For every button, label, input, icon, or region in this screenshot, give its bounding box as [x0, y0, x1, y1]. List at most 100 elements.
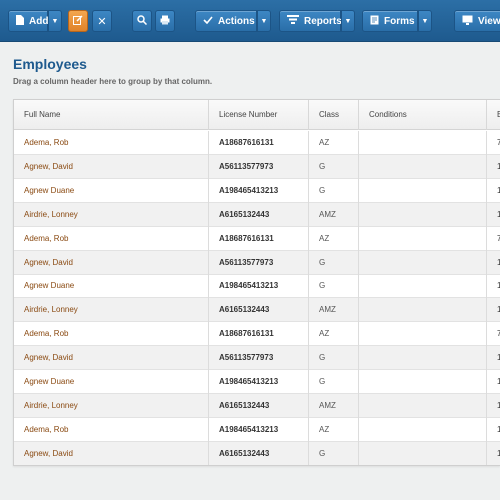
- cell-license-number: A18687616131: [209, 226, 309, 251]
- cell-full-name[interactable]: Agnew, David: [14, 346, 209, 371]
- table-row[interactable]: Agnew, DavidA56113577973G 1: [14, 346, 500, 371]
- checkmark-icon: [203, 15, 213, 27]
- cell-license-number: A6165132443: [209, 393, 309, 418]
- page-title: Employees: [13, 56, 87, 72]
- cell-class: G: [309, 178, 359, 203]
- cell-e: 1: [487, 442, 500, 465]
- group-by-hint: Drag a column header here to group by th…: [13, 77, 213, 86]
- column-header-class[interactable]: Class: [309, 100, 359, 130]
- cell-full-name[interactable]: Adema, Rob: [14, 226, 209, 251]
- add-button[interactable]: Add: [8, 10, 48, 32]
- cell-full-name[interactable]: Airdrie, Lonney: [14, 393, 209, 418]
- actions-button[interactable]: Actions: [195, 10, 257, 32]
- forms-button[interactable]: Forms: [362, 10, 418, 32]
- cell-license-number: A56113577973: [209, 346, 309, 371]
- print-button[interactable]: [155, 10, 175, 32]
- table-row[interactable]: Adema, RobA18687616131AZ 7: [14, 226, 500, 251]
- table-row[interactable]: Agnew DuaneA198465413213G 1: [14, 274, 500, 299]
- view-button[interactable]: View: [454, 10, 500, 32]
- cell-conditions: [359, 298, 487, 323]
- cell-license-number: A56113577973: [209, 154, 309, 179]
- cell-license-number: A198465413213: [209, 178, 309, 203]
- cell-e: 1: [487, 298, 500, 322]
- cell-conditions: [359, 226, 487, 251]
- add-dropdown-caret[interactable]: ▼: [48, 10, 62, 32]
- cell-class: G: [309, 274, 359, 299]
- cell-license-number: A6165132443: [209, 202, 309, 227]
- cell-conditions: [359, 202, 487, 227]
- delete-button[interactable]: ✕: [92, 10, 112, 32]
- cell-license-number: A6165132443: [209, 298, 309, 323]
- table-row[interactable]: Adema, RobA18687616131AZ 7: [14, 322, 500, 347]
- reports-dropdown-caret[interactable]: ▼: [341, 10, 355, 32]
- cell-license-number: A198465413213: [209, 417, 309, 442]
- cell-full-name[interactable]: Agnew, David: [14, 154, 209, 179]
- table-row[interactable]: Agnew, DavidA6165132443G 1: [14, 441, 500, 465]
- table-row[interactable]: Adema, RobA18687616131AZ 7: [14, 131, 500, 155]
- column-header-full-name[interactable]: Full Name: [14, 100, 209, 130]
- cell-e: 1: [487, 179, 500, 203]
- cell-e: 7: [487, 322, 500, 346]
- cell-class: G: [309, 346, 359, 371]
- search-button[interactable]: [132, 10, 152, 32]
- cell-class: G: [309, 370, 359, 394]
- close-icon: ✕: [97, 15, 107, 28]
- cell-full-name[interactable]: Agnew Duane: [14, 370, 209, 394]
- cell-class: G: [309, 154, 359, 179]
- cell-full-name[interactable]: Agnew Duane: [14, 178, 209, 203]
- cell-conditions: [359, 370, 487, 394]
- table-row[interactable]: Airdrie, LonneyA6165132443AMZ 1: [14, 393, 500, 418]
- cell-conditions: [359, 393, 487, 418]
- cell-full-name[interactable]: Adema, Rob: [14, 131, 209, 155]
- column-header-e[interactable]: E: [487, 100, 500, 130]
- cell-class: AMZ: [309, 202, 359, 227]
- cell-full-name[interactable]: Agnew Duane: [14, 274, 209, 299]
- cell-conditions: [359, 346, 487, 371]
- table-row[interactable]: Agnew DuaneA198465413213G 1: [14, 178, 500, 203]
- cell-e: 1: [487, 370, 500, 394]
- cell-e: 7: [487, 227, 500, 251]
- cell-e: 1: [487, 251, 500, 275]
- cell-full-name[interactable]: Agnew, David: [14, 250, 209, 275]
- table-row[interactable]: Agnew, DavidA56113577973G 1: [14, 154, 500, 179]
- cell-e: 1: [487, 346, 500, 370]
- reports-button[interactable]: Reports: [279, 10, 342, 32]
- cell-e: 1: [487, 155, 500, 179]
- actions-dropdown-caret[interactable]: ▼: [257, 10, 271, 32]
- cell-conditions: [359, 441, 487, 465]
- cell-conditions: [359, 322, 487, 347]
- table-row[interactable]: Agnew, DavidA56113577973G 1: [14, 250, 500, 275]
- cell-conditions: [359, 178, 487, 203]
- table-row[interactable]: Airdrie, LonneyA6165132443AMZ 1: [14, 298, 500, 323]
- forms-dropdown-caret[interactable]: ▼: [418, 10, 432, 32]
- cell-class: AZ: [309, 131, 359, 155]
- cell-e: 1: [487, 418, 500, 442]
- cell-full-name[interactable]: Adema, Rob: [14, 417, 209, 442]
- table-row[interactable]: Airdrie, LonneyA6165132443AMZ 1: [14, 202, 500, 227]
- cell-license-number: A18687616131: [209, 131, 309, 155]
- table-row[interactable]: Adema, RobA198465413213AZ 1: [14, 417, 500, 442]
- cell-license-number: A56113577973: [209, 250, 309, 275]
- cell-conditions: [359, 131, 487, 155]
- cell-license-number: A198465413213: [209, 370, 309, 394]
- cell-class: AZ: [309, 322, 359, 347]
- column-header-conditions[interactable]: Conditions: [359, 100, 487, 130]
- cell-class: G: [309, 441, 359, 465]
- monitor-icon: [462, 15, 473, 28]
- edit-button[interactable]: [68, 10, 88, 32]
- cell-class: AZ: [309, 226, 359, 251]
- cell-conditions: [359, 417, 487, 442]
- table-row[interactable]: Agnew DuaneA198465413213G 1: [14, 370, 500, 394]
- cell-conditions: [359, 154, 487, 179]
- cell-full-name[interactable]: Agnew, David: [14, 441, 209, 465]
- cell-full-name[interactable]: Airdrie, Lonney: [14, 202, 209, 227]
- cell-e: 1: [487, 274, 500, 298]
- cell-e: 1: [487, 203, 500, 227]
- cell-license-number: A6165132443: [209, 441, 309, 465]
- column-header-license-number[interactable]: License Number: [209, 100, 309, 130]
- cell-full-name[interactable]: Adema, Rob: [14, 322, 209, 347]
- cell-conditions: [359, 250, 487, 275]
- toolbar: Add ▼ ✕ Actions ▼ Reports ▼ Forms ▼ View: [0, 0, 500, 42]
- cell-conditions: [359, 274, 487, 299]
- cell-full-name[interactable]: Airdrie, Lonney: [14, 298, 209, 323]
